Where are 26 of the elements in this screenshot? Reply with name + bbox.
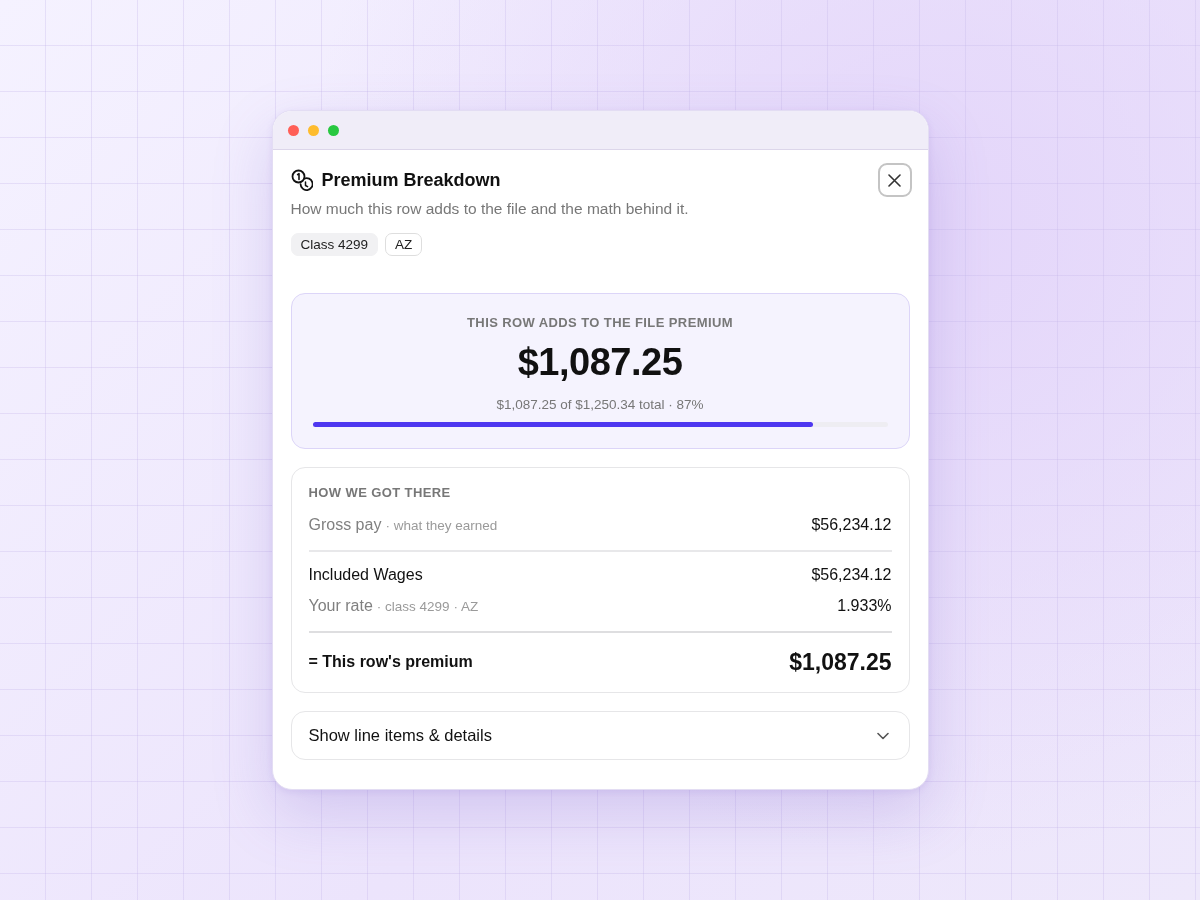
- tag: AZ: [385, 233, 423, 256]
- row-note: · class 4299 · AZ: [376, 599, 479, 614]
- row-value: $56,234.12: [811, 515, 892, 535]
- summary-amount: $1,087.25: [517, 340, 683, 384]
- row-value: 1.933%: [837, 596, 892, 616]
- dialog-title: Premium Breakdown: [321, 169, 501, 191]
- coins-icon: [290, 169, 313, 191]
- total-value: $1,087.25: [789, 648, 892, 676]
- row-label: Included Wages: [308, 566, 423, 583]
- breakdown-heading: HOW WE GOT THERE: [308, 484, 452, 502]
- window-minimize-icon[interactable]: [307, 124, 319, 136]
- dialog-subtitle: How much this row adds to the file and the math behind it.: [290, 199, 690, 219]
- close-button[interactable]: [877, 163, 912, 197]
- window-zoom-icon[interactable]: [327, 124, 339, 136]
- summary-detail: $1,087.25 of $1,250.34 total · 87%: [496, 396, 704, 414]
- details-expander[interactable]: Show line items & details: [290, 711, 910, 760]
- summary-label: THIS ROW ADDS TO THE FILE PREMIUM: [467, 314, 733, 332]
- row-label: Gross pay: [308, 516, 382, 533]
- window-close-icon[interactable]: [287, 124, 299, 136]
- chevron-icon: [876, 731, 889, 740]
- close-icon: [888, 173, 901, 187]
- row-note: · what they earned: [385, 518, 498, 533]
- row-value: $56,234.12: [811, 565, 892, 585]
- row-label: Your rate: [308, 597, 373, 614]
- total-label: = This row's premium: [308, 652, 473, 672]
- tag: Class 4299: [290, 233, 379, 256]
